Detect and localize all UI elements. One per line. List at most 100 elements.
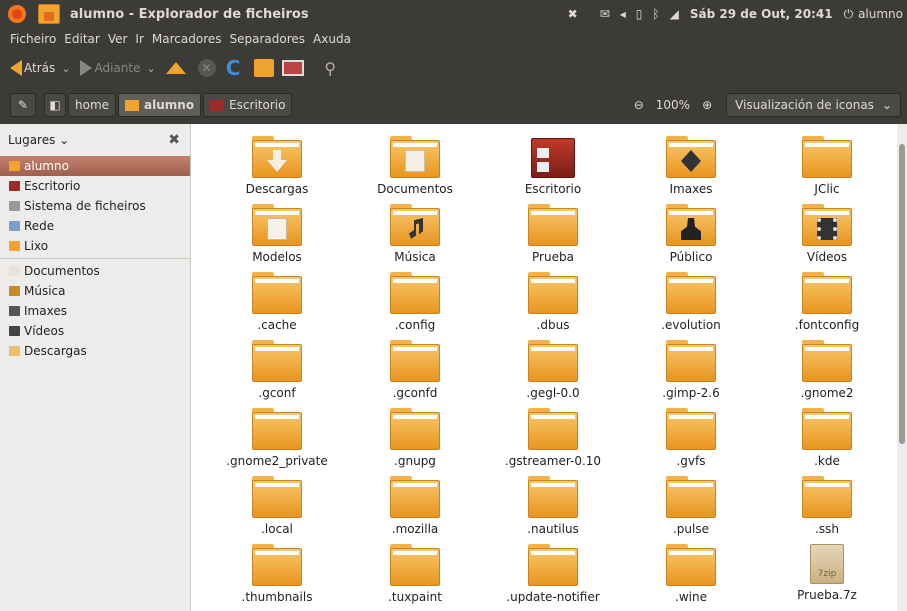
file-item-nautilus[interactable]: .nautilus — [488, 476, 618, 544]
close-sidebar-icon[interactable]: ✖ — [168, 132, 180, 148]
breadcrumb-left-icon[interactable]: ◧ — [44, 93, 66, 117]
file-item-thumbnails[interactable]: .thumbnails — [212, 544, 342, 611]
menu-marcadores[interactable]: Marcadores — [152, 32, 222, 46]
person-folder-icon — [666, 204, 716, 246]
file-item-prueba[interactable]: Prueba — [488, 204, 618, 272]
file-item-wine[interactable]: .wine — [626, 544, 756, 611]
sidebar-item-alumno[interactable]: alumno — [0, 156, 190, 176]
file-item-mozilla[interactable]: .mozilla — [350, 476, 480, 544]
breadcrumb-home[interactable]: home — [68, 93, 117, 117]
file-item-gegl-0-0[interactable]: .gegl-0.0 — [488, 340, 618, 408]
home-folder-icon[interactable] — [254, 59, 275, 77]
back-arrow-icon — [10, 60, 22, 76]
back-history-chevron-icon[interactable]: ⌄ — [61, 62, 70, 75]
up-arrow-icon[interactable] — [165, 62, 186, 74]
forward-button[interactable]: Adiante — [80, 60, 146, 76]
file-item-evolution[interactable]: .evolution — [626, 272, 756, 340]
stop-icon[interactable]: ✕ — [197, 59, 216, 77]
file-item-descargas[interactable]: Descargas — [212, 136, 342, 204]
menu-editar[interactable]: Editar — [64, 32, 100, 46]
sidebar-item-icon — [9, 161, 20, 171]
file-item-cache[interactable]: .cache — [212, 272, 342, 340]
file-item-prueba-7z[interactable]: 7zip Prueba.7z — [762, 544, 892, 611]
sidebar-item-escritorio[interactable]: Escritorio — [0, 176, 190, 196]
file-item-config[interactable]: .config — [350, 272, 480, 340]
menu-axuda[interactable]: Axuda — [313, 32, 351, 46]
view-mode-select[interactable]: Visualización de iconas ⌄ — [726, 93, 901, 117]
file-item-kde[interactable]: .kde — [762, 408, 892, 476]
forward-label: Adiante — [94, 61, 141, 75]
edit-location-button[interactable]: ✎ — [10, 93, 36, 117]
breadcrumb-alumno[interactable]: alumno — [118, 93, 202, 117]
computer-icon[interactable] — [282, 60, 305, 76]
sidebar-item-descargas[interactable]: Descargas — [0, 341, 190, 361]
menu-ficheiro[interactable]: Ficheiro — [10, 32, 56, 46]
sidebar-item-v-deos[interactable]: Vídeos — [0, 321, 190, 341]
file-item-gvfs[interactable]: .gvfs — [626, 408, 756, 476]
battery-icon[interactable]: ▯ — [636, 7, 643, 21]
file-item-escritorio[interactable]: Escritorio — [488, 136, 618, 204]
reload-icon[interactable]: C — [226, 56, 241, 80]
scrollbar-thumb[interactable] — [899, 144, 905, 444]
file-item-label: .gegl-0.0 — [526, 386, 580, 400]
file-item-update-notifier[interactable]: .update-notifier — [488, 544, 618, 611]
sidebar-item-documentos[interactable]: Documentos — [0, 261, 190, 281]
menu-ver[interactable]: Ver — [108, 32, 128, 46]
folder-icon — [528, 272, 578, 314]
breadcrumb-escritorio[interactable]: Escritorio — [203, 93, 293, 117]
file-item-fontconfig[interactable]: .fontconfig — [762, 272, 892, 340]
file-item-documentos[interactable]: Documentos — [350, 136, 480, 204]
mail-icon[interactable]: ✉ — [600, 7, 610, 21]
user-menu[interactable]: alumno — [858, 7, 903, 21]
zoom-level: 100% — [655, 98, 691, 112]
close-window-icon[interactable]: ✖ — [563, 7, 583, 21]
file-item-v-deos[interactable]: Vídeos — [762, 204, 892, 272]
file-item-modelos[interactable]: Modelos — [212, 204, 342, 272]
network-icon[interactable]: ◢ — [670, 7, 679, 21]
sidebar-item-rede[interactable]: Rede — [0, 216, 190, 236]
forward-history-chevron-icon[interactable]: ⌄ — [146, 62, 155, 75]
file-item-local[interactable]: .local — [212, 476, 342, 544]
file-item-jclic[interactable]: JClic — [762, 136, 892, 204]
sidebar-item-lixo[interactable]: Lixo — [0, 236, 190, 256]
file-item-gstreamer-0-10[interactable]: .gstreamer-0.10 — [488, 408, 618, 476]
places-dropdown[interactable]: Lugares ⌄ — [8, 133, 69, 147]
bluetooth-icon[interactable]: ᛒ — [652, 7, 659, 21]
file-item-dbus[interactable]: .dbus — [488, 272, 618, 340]
zoom-in-icon[interactable]: ⊕ — [702, 98, 712, 112]
file-item-p-blico[interactable]: Público — [626, 204, 756, 272]
sidebar-item-icon — [9, 266, 20, 276]
menu-ir[interactable]: Ir — [135, 32, 143, 46]
file-item-gimp-2-6[interactable]: .gimp-2.6 — [626, 340, 756, 408]
sidebar-item-sistema-de-ficheiros[interactable]: Sistema de ficheiros — [0, 196, 190, 216]
file-item-ssh[interactable]: .ssh — [762, 476, 892, 544]
scrollbar[interactable] — [897, 124, 907, 611]
folder-icon — [802, 408, 852, 450]
file-item-imaxes[interactable]: Imaxes — [626, 136, 756, 204]
ubuntu-logo-icon[interactable] — [0, 0, 34, 28]
clock[interactable]: Sáb 29 de Out, 20:41 — [690, 7, 833, 21]
file-item-label: .gconf — [258, 386, 296, 400]
file-item-gnome2[interactable]: .gnome2 — [762, 340, 892, 408]
file-item-gnome2-private[interactable]: .gnome2_private — [212, 408, 342, 476]
zoom-out-icon[interactable]: ⊖ — [634, 98, 644, 112]
sidebar-item-m-sica[interactable]: Música — [0, 281, 190, 301]
back-button[interactable]: Atrás — [10, 60, 61, 76]
search-icon[interactable]: ⚲ — [324, 59, 336, 78]
file-item-m-sica[interactable]: Música — [350, 204, 480, 272]
file-item-tuxpaint[interactable]: .tuxpaint — [350, 544, 480, 611]
file-item-label: .fontconfig — [794, 318, 860, 332]
folder-icon — [390, 408, 440, 450]
file-item-gconfd[interactable]: .gconfd — [350, 340, 480, 408]
file-item-label: .dbus — [536, 318, 570, 332]
volume-icon[interactable]: ◂ — [620, 7, 626, 21]
sidebar-item-imaxes[interactable]: Imaxes — [0, 301, 190, 321]
file-item-pulse[interactable]: .pulse — [626, 476, 756, 544]
file-item-gnupg[interactable]: .gnupg — [350, 408, 480, 476]
places-label: Lugares — [8, 133, 56, 147]
power-icon[interactable]: ⏻ — [844, 7, 854, 22]
menu-separadores[interactable]: Separadores — [230, 32, 306, 46]
file-item-gconf[interactable]: .gconf — [212, 340, 342, 408]
breadcrumb-alumno-label: alumno — [144, 98, 195, 112]
sidebar-item-icon — [9, 181, 20, 191]
